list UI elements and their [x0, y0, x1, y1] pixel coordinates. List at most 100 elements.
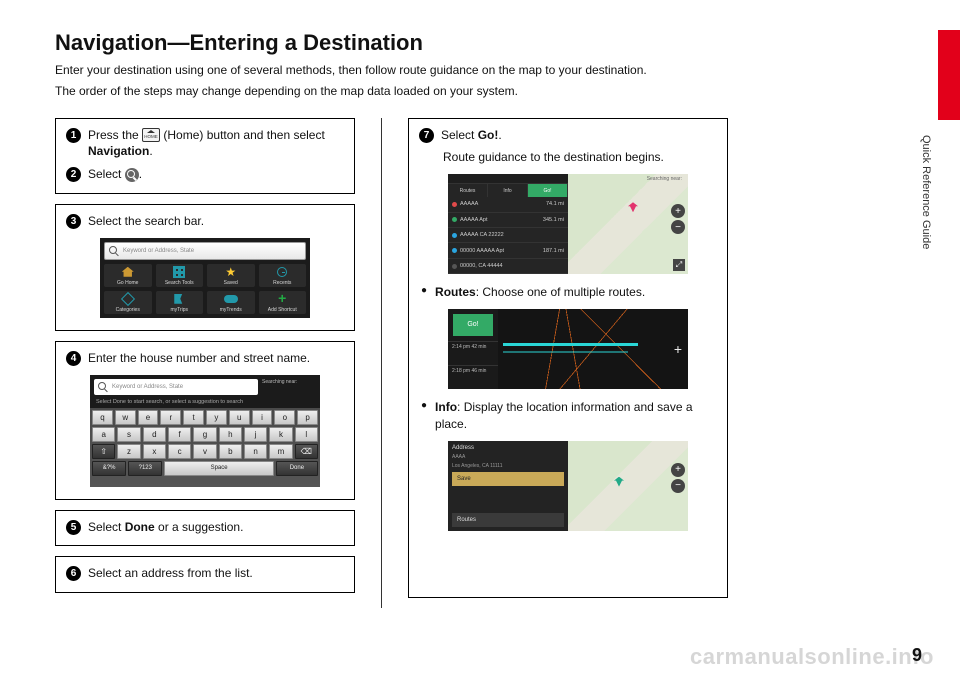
- list-item[interactable]: AAAAA CA 22222: [448, 228, 568, 243]
- intro-block: Enter your destination using one of seve…: [55, 62, 905, 100]
- kb-hint: Select Done to start search, or select a…: [90, 399, 320, 408]
- zoom-in-button[interactable]: +: [674, 341, 682, 357]
- key-f[interactable]: f: [168, 427, 191, 442]
- key-a[interactable]: a: [92, 427, 115, 442]
- info-addr-2: Los Angeles, CA 11111: [452, 463, 564, 469]
- key-space[interactable]: Space: [164, 461, 273, 476]
- key-c[interactable]: c: [168, 444, 191, 459]
- key-j[interactable]: j: [244, 427, 267, 442]
- key-b[interactable]: b: [219, 444, 242, 459]
- key-y[interactable]: y: [206, 410, 227, 425]
- kb-row-1: q w e r t y u i o p: [92, 410, 318, 425]
- tile-categories[interactable]: Categories: [104, 291, 152, 314]
- kb-search-bar[interactable]: Keyword or Address, State: [94, 379, 258, 395]
- tab-go[interactable]: Go!: [528, 184, 568, 197]
- step-7-text: Select Go!.: [441, 127, 717, 144]
- list-item[interactable]: AAAAA74.1 mi: [448, 197, 568, 212]
- kb-row-3: ⇧ z x c v b n m ⌫: [92, 444, 318, 459]
- key-g[interactable]: g: [193, 427, 216, 442]
- step-number-6: 6: [66, 566, 81, 581]
- key-p[interactable]: p: [297, 410, 318, 425]
- zoom-out-button[interactable]: −: [671, 479, 685, 493]
- key-shift[interactable]: ⇧: [92, 444, 115, 459]
- key-i[interactable]: i: [252, 410, 273, 425]
- key-z[interactable]: z: [117, 444, 140, 459]
- key-h[interactable]: h: [219, 427, 242, 442]
- list-item[interactable]: 00000, CA 44444: [448, 259, 568, 274]
- key-backspace[interactable]: ⌫: [295, 444, 318, 459]
- zoom-out-button[interactable]: −: [671, 220, 685, 234]
- searching-near: Searching near:: [262, 379, 316, 395]
- key-numbers[interactable]: ?123: [128, 461, 162, 476]
- key-x[interactable]: x: [143, 444, 166, 459]
- map-pin-icon: [628, 202, 638, 212]
- step-number-5: 5: [66, 520, 81, 535]
- key-d[interactable]: d: [143, 427, 166, 442]
- intro-line-2: The order of the steps may change depend…: [55, 83, 905, 100]
- tile-saved[interactable]: ★Saved: [207, 264, 255, 287]
- watermark: carmanualsonline.info: [690, 644, 934, 670]
- step-number-1: 1: [66, 128, 81, 143]
- go-button[interactable]: Go!: [453, 314, 493, 336]
- key-m[interactable]: m: [269, 444, 292, 459]
- intro-line-1: Enter your destination using one of seve…: [55, 62, 905, 79]
- list-item[interactable]: 00000 AAAAA Apt187.1 mi: [448, 243, 568, 258]
- tile-add-shortcut[interactable]: +Add Shortcut: [259, 291, 307, 314]
- step-1-text: Press the HOME (Home) button and then se…: [88, 127, 344, 161]
- search-bar[interactable]: Keyword or Address, State: [104, 242, 306, 260]
- info-addr-1: AAAA: [452, 454, 564, 460]
- left-column: 1 Press the HOME (Home) button and then …: [55, 118, 355, 608]
- tile-mytrips[interactable]: myTrips: [156, 291, 204, 314]
- step-5-text: Select Done or a suggestion.: [88, 519, 344, 536]
- bullet-info: Info: Display the location information a…: [435, 399, 715, 433]
- key-e[interactable]: e: [138, 410, 159, 425]
- key-q[interactable]: q: [92, 410, 113, 425]
- kb-row-2: a s d f g h j k l: [92, 427, 318, 442]
- tile-search-tools[interactable]: Search Tools: [156, 264, 204, 287]
- tab-info[interactable]: Info: [488, 184, 528, 197]
- routes-button[interactable]: Routes: [452, 513, 564, 527]
- step-box-3: 3 Select the search bar. Keyword or Addr…: [55, 204, 355, 331]
- step-7-note: Route guidance to the destination begins…: [443, 149, 717, 166]
- save-button[interactable]: Save: [452, 472, 564, 486]
- tile-recents[interactable]: Recents: [259, 264, 307, 287]
- bullet-routes: Routes: Choose one of multiple routes.: [435, 284, 715, 301]
- column-divider: [381, 118, 382, 608]
- info-map[interactable]: + −: [568, 441, 688, 531]
- right-column: 7 Select Go!. Route guidance to the dest…: [408, 118, 728, 608]
- step-2-text: Select .: [88, 166, 344, 183]
- tile-go-home[interactable]: Go Home: [104, 264, 152, 287]
- key-l[interactable]: l: [295, 427, 318, 442]
- screenshot-where-to: Keyword or Address, State Go Home Search…: [100, 238, 310, 318]
- page-number: 9: [912, 645, 922, 666]
- expand-button[interactable]: ⤢: [673, 259, 685, 271]
- route-option-1[interactable]: 2:14 pm 42 min: [448, 341, 498, 365]
- key-symbols[interactable]: &?%: [92, 461, 126, 476]
- zoom-in-button[interactable]: +: [671, 463, 685, 477]
- step-box-6: 6 Select an address from the list.: [55, 556, 355, 593]
- screenshot-keyboard: Keyword or Address, State Searching near…: [90, 375, 320, 487]
- whereto-tiles: Go Home Search Tools ★Saved Recents Cate…: [100, 264, 310, 318]
- tab-routes[interactable]: Routes: [448, 184, 488, 197]
- key-k[interactable]: k: [269, 427, 292, 442]
- magnifier-icon: [98, 382, 108, 392]
- route-option-2[interactable]: 2:18 pm 46 min: [448, 365, 498, 389]
- key-n[interactable]: n: [244, 444, 267, 459]
- key-u[interactable]: u: [229, 410, 250, 425]
- step-3-text: Select the search bar.: [88, 213, 344, 230]
- tile-mytrends[interactable]: myTrends: [207, 291, 255, 314]
- key-v[interactable]: v: [193, 444, 216, 459]
- list-item[interactable]: AAAAA Apt345.1 mi: [448, 213, 568, 228]
- step-4-text: Enter the house number and street name.: [88, 350, 344, 367]
- key-s[interactable]: s: [117, 427, 140, 442]
- step-number-2: 2: [66, 167, 81, 182]
- zoom-in-button[interactable]: +: [671, 204, 685, 218]
- step-number-7: 7: [419, 128, 434, 143]
- key-w[interactable]: w: [115, 410, 136, 425]
- key-o[interactable]: o: [274, 410, 295, 425]
- key-done[interactable]: Done: [276, 461, 318, 476]
- key-t[interactable]: t: [183, 410, 204, 425]
- routes-map[interactable]: +: [498, 309, 688, 389]
- key-r[interactable]: r: [160, 410, 181, 425]
- results-map[interactable]: Searching near: + − ⤢: [568, 174, 688, 274]
